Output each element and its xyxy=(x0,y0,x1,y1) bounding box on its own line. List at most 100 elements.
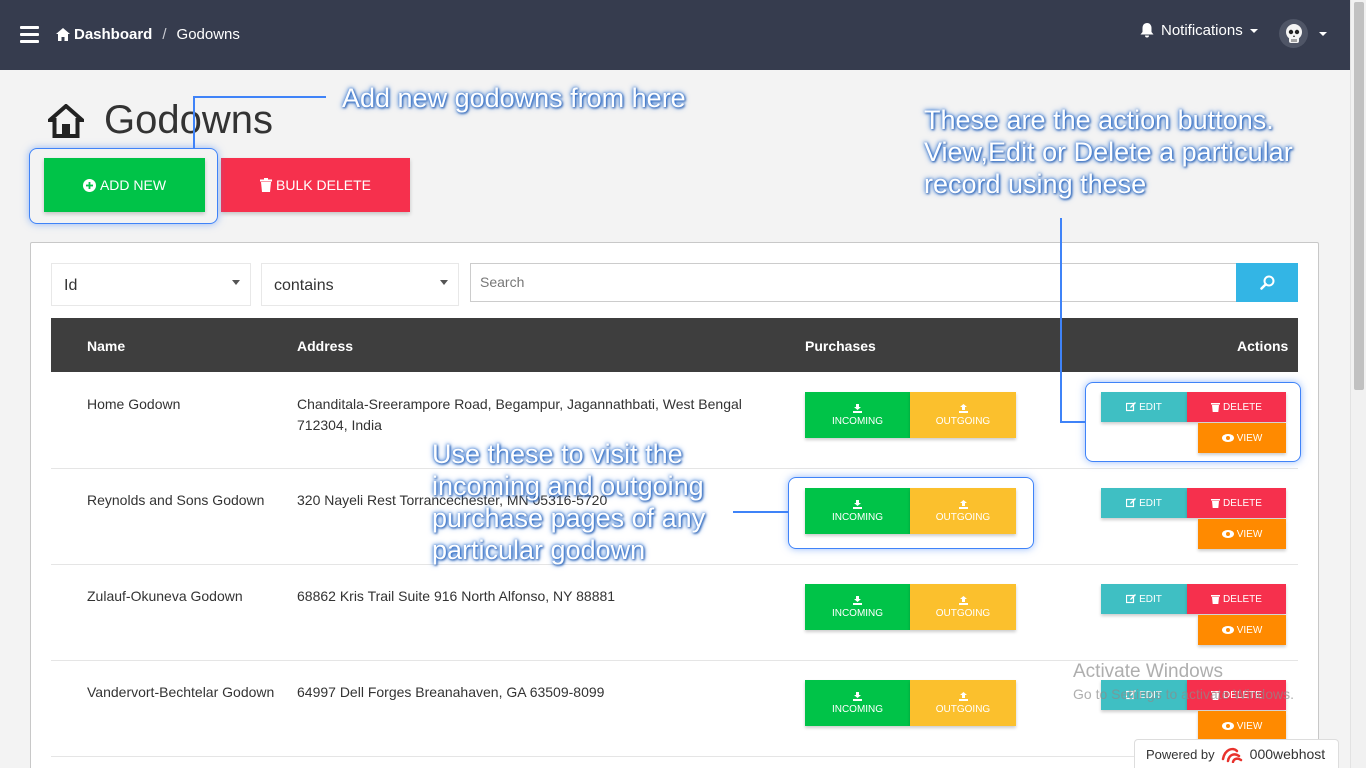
table-header: Name Address Purchases Actions xyxy=(51,318,1298,372)
view-button[interactable]: VIEW xyxy=(1198,711,1286,741)
chevron-down-icon xyxy=(1249,28,1258,33)
search-button[interactable] xyxy=(1236,263,1298,302)
breadcrumb-dashboard-label: Dashboard xyxy=(74,26,153,43)
breadcrumb-separator: / xyxy=(162,26,167,43)
bulk-delete-button[interactable]: BULK DELETE xyxy=(221,158,410,212)
godown-address: 68862 Kris Trail Suite 916 North Alfonso… xyxy=(297,588,616,604)
search-placeholder: Search xyxy=(480,274,525,290)
edit-button[interactable]: EDIT xyxy=(1101,488,1187,518)
download-icon xyxy=(853,595,862,605)
filter-field-select[interactable]: Id xyxy=(51,263,251,306)
watermark-subtitle: Go to Settings to activate Windows. xyxy=(1073,686,1294,702)
webhost-brand-name: 000webhost xyxy=(1249,746,1326,762)
upload-icon xyxy=(958,691,968,701)
search-input[interactable]: Search xyxy=(470,263,1237,302)
watermark-title: Activate Windows xyxy=(1073,661,1223,682)
edit-button[interactable]: EDIT xyxy=(1101,584,1187,614)
outgoing-label: OUTGOING xyxy=(935,415,991,427)
edit-label: EDIT xyxy=(1139,497,1162,509)
outgoing-button[interactable]: OUTGOING xyxy=(910,680,1016,726)
skull-avatar-icon xyxy=(1279,19,1308,48)
annotation-actions-line: View,Edit or Delete a particular xyxy=(924,137,1293,167)
incoming-button[interactable]: INCOMING xyxy=(805,584,910,630)
webhost-logo: 000webhost xyxy=(1221,745,1326,763)
column-header-actions: Actions xyxy=(1237,338,1289,354)
view-label: VIEW xyxy=(1236,720,1263,732)
trash-icon xyxy=(1211,499,1221,508)
trash-icon xyxy=(260,178,273,192)
breadcrumb: Dashboard / Godowns xyxy=(56,26,240,43)
filter-field-value: Id xyxy=(64,277,78,294)
column-header-purchases: Purchases xyxy=(805,338,876,354)
webhost-logo-icon xyxy=(1221,747,1242,763)
annotation-purchases: Use these to visit the incoming and outg… xyxy=(432,438,705,566)
incoming-button[interactable]: INCOMING xyxy=(805,680,910,726)
eye-icon xyxy=(1221,722,1234,730)
delete-button[interactable]: DELETE xyxy=(1187,584,1286,614)
annotation-actions: These are the action buttons. View,Edit … xyxy=(924,104,1293,200)
user-menu[interactable] xyxy=(1279,19,1327,48)
godown-name: Reynolds and Sons Godown xyxy=(87,492,265,508)
eye-icon xyxy=(1221,530,1234,538)
view-button[interactable]: VIEW xyxy=(1198,615,1286,645)
annotation-purchases-line: incoming and outgoing xyxy=(432,471,704,501)
trash-icon xyxy=(1211,595,1221,604)
search-icon xyxy=(1259,275,1274,290)
upload-icon xyxy=(958,595,968,605)
annotation-purchases-line: Use these to visit the xyxy=(432,439,683,469)
outgoing-button[interactable]: OUTGOING xyxy=(910,392,1016,438)
chevron-down-icon xyxy=(1319,31,1327,36)
outgoing-label: OUTGOING xyxy=(935,703,991,715)
home-icon xyxy=(48,103,84,138)
annotation-actions-line: These are the action buttons. xyxy=(924,105,1274,135)
page-heading: Godowns xyxy=(48,98,273,143)
download-icon xyxy=(853,691,862,701)
add-new-highlight xyxy=(29,148,218,224)
purchases-highlight xyxy=(788,477,1034,549)
annotation-connector xyxy=(193,96,195,148)
annotation-add-new: Add new godowns from here xyxy=(342,83,686,113)
notifications-label: Notifications xyxy=(1161,22,1243,39)
annotation-connector xyxy=(193,96,326,98)
table-row: Zulauf-Okuneva Godown 68862 Kris Trail S… xyxy=(51,565,1298,661)
annotation-purchases-line: particular godown xyxy=(432,535,646,565)
outgoing-button[interactable]: OUTGOING xyxy=(910,584,1016,630)
annotation-connector xyxy=(733,511,788,513)
column-header-address: Address xyxy=(297,338,354,354)
delete-label: DELETE xyxy=(1223,593,1262,605)
edit-icon xyxy=(1126,594,1137,604)
filter-operator-select[interactable]: contains xyxy=(261,263,459,306)
eye-icon xyxy=(1221,626,1234,634)
breadcrumb-dashboard-link[interactable]: Dashboard xyxy=(56,26,152,43)
view-button[interactable]: VIEW xyxy=(1198,519,1286,549)
incoming-button[interactable]: INCOMING xyxy=(805,392,910,438)
godown-address: Chanditala-Sreerampore Road, Begampur, J… xyxy=(297,396,742,433)
hamburger-icon[interactable] xyxy=(20,26,39,43)
annotation-purchases-line: purchase pages of any xyxy=(432,503,706,533)
top-navbar: Dashboard / Godowns Notifications xyxy=(0,0,1350,70)
bell-icon xyxy=(1140,23,1154,38)
upload-icon xyxy=(958,403,968,413)
home-icon xyxy=(56,28,70,41)
edit-icon xyxy=(1126,498,1137,508)
vertical-scrollbar[interactable] xyxy=(1350,0,1366,768)
outgoing-label: OUTGOING xyxy=(935,607,991,619)
incoming-label: INCOMING xyxy=(831,415,884,427)
breadcrumb-current: Godowns xyxy=(176,26,240,43)
incoming-label: INCOMING xyxy=(831,607,884,619)
scrollbar-thumb[interactable] xyxy=(1354,2,1364,390)
powered-by-badge[interactable]: Powered by 000webhost xyxy=(1134,739,1339,768)
godown-address: 64997 Dell Forges Breanahaven, GA 63509-… xyxy=(297,684,605,700)
chevron-down-icon xyxy=(232,280,240,285)
edit-label: EDIT xyxy=(1139,593,1162,605)
delete-button[interactable]: DELETE xyxy=(1187,488,1286,518)
godown-name: Home Godown xyxy=(87,396,181,412)
chevron-down-icon xyxy=(440,280,448,285)
annotation-actions-line: record using these xyxy=(924,169,1147,199)
notifications-dropdown[interactable]: Notifications xyxy=(1140,22,1258,39)
bulk-delete-label: BULK DELETE xyxy=(276,177,371,193)
view-label: VIEW xyxy=(1236,528,1263,540)
actions-highlight xyxy=(1085,382,1301,462)
page-title: Godowns xyxy=(104,98,273,142)
godown-name: Vandervort-Bechtelar Godown xyxy=(87,684,275,700)
